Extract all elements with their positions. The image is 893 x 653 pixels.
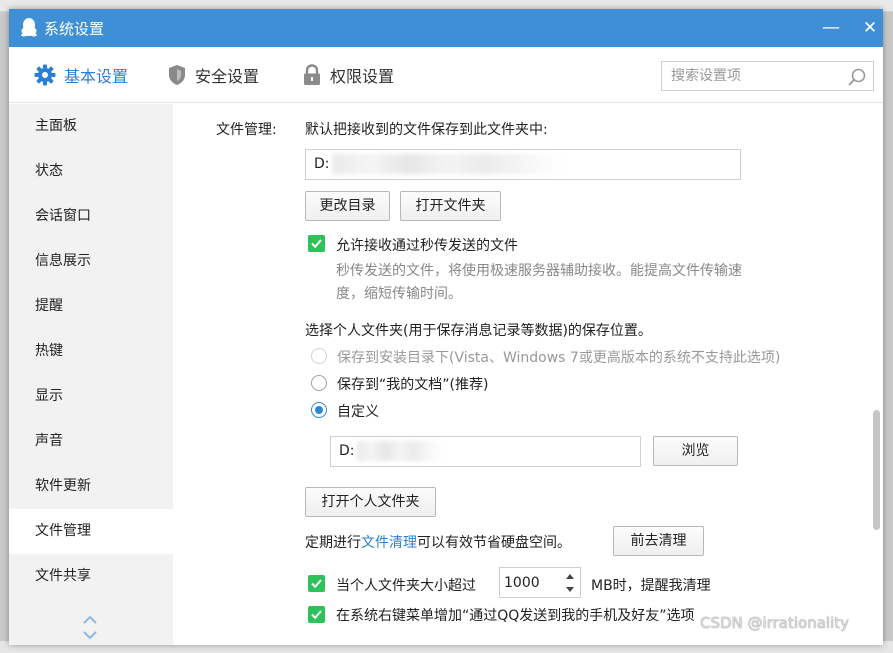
tab-basic-settings[interactable]: 基本设置 [34,62,128,88]
radio-install-dir-label: 保存到安装目录下(Vista、Windows 7或更高版本的系统不支持此选项) [337,350,781,366]
size-limit-label-after: MB时，提醒我清理 [591,578,711,594]
size-limit-label-before: 当个人文件夹大小超过 [336,578,476,594]
cleanup-text-before: 定期进行 [305,535,361,551]
search-input[interactable] [662,62,842,90]
custom-path-field[interactable]: D: [330,436,641,467]
sidebar-item-info-display[interactable]: 信息展示 [9,239,173,284]
shield-icon [169,65,185,85]
sidebar-item-software-update[interactable]: 软件更新 [9,464,173,509]
context-menu-label: 在系统右键菜单增加“通过QQ发送到我的手机及好友”选项 [336,608,695,624]
radio-my-documents[interactable] [311,375,327,391]
content-scrollbar-thumb[interactable] [873,410,880,530]
redacted-path [356,441,442,461]
change-directory-button[interactable]: 更改目录 [305,191,390,221]
go-cleanup-button[interactable]: 前去清理 [613,526,704,556]
file-cleanup-link[interactable]: 文件清理 [361,535,417,551]
default-folder-value: D: [314,156,330,172]
context-menu-checkbox[interactable] [308,606,325,623]
sidebar-scroll-down-icon[interactable] [79,628,101,642]
radio-my-documents-label: 保存到“我的文档”(推荐) [337,377,489,393]
search-box [661,61,874,91]
default-folder-label: 默认把接收到的文件保存到此文件夹中: [305,122,548,138]
minimize-button[interactable]: — [818,15,844,41]
instant-transfer-desc-line1: 秒传发送的文件，将使用极速服务器辅助接收。能提高文件传输速 [336,263,742,279]
allow-instant-transfer-checkbox[interactable] [308,235,325,252]
instant-transfer-desc-line2: 度，缩短传输时间。 [336,286,462,302]
check-icon [311,610,322,620]
size-limit-input[interactable] [500,568,560,597]
check-icon [311,579,322,589]
sidebar-item-reminder[interactable]: 提醒 [9,284,173,329]
check-icon [311,239,322,249]
watermark: CSDN @irrationality [700,614,849,632]
sidebar-scroll-up-icon[interactable] [79,613,101,627]
gear-icon [34,64,56,86]
size-limit-checkbox[interactable] [308,575,325,592]
sidebar-item-file-management[interactable]: 文件管理 [9,509,173,554]
lock-icon [304,64,320,85]
tab-security-settings[interactable]: 安全设置 [167,62,259,88]
settings-window: 系统设置 — ✕ 基本设置 安全设置 权限设置 搜索设置项 主面板 状态 会话窗… [9,9,883,645]
sidebar-item-display[interactable]: 显示 [9,374,173,419]
custom-path-value: D: [339,443,355,459]
radio-custom[interactable] [311,402,327,418]
tab-security-settings-label: 安全设置 [195,67,260,86]
file-management-panel: 文件管理: 默认把接收到的文件保存到此文件夹中: D: 更改目录 打开文件夹 允… [173,104,883,645]
open-folder-button[interactable]: 打开文件夹 [400,191,501,221]
allow-instant-transfer-label: 允许接收通过秒传发送的文件 [336,238,518,254]
size-limit-stepper [499,567,581,598]
search-icon[interactable] [847,67,867,87]
window-title: 系统设置 [44,20,105,38]
sidebar-item-chat-window[interactable]: 会话窗口 [9,194,173,239]
cleanup-text: 定期进行文件清理可以有效节省硬盘空间。 [305,532,571,552]
sidebar-item-hotkeys[interactable]: 热键 [9,329,173,374]
radio-custom-label: 自定义 [337,404,379,420]
penguin-logo-icon [21,18,37,37]
stepper-down-icon[interactable] [560,583,580,597]
sidebar-item-file-sharing[interactable]: 文件共享 [9,554,173,599]
sidebar: 主面板 状态 会话窗口 信息展示 提醒 热键 显示 声音 软件更新 文件管理 文… [9,104,173,645]
open-personal-folder-button[interactable]: 打开个人文件夹 [305,487,436,517]
settings-toolbar: 基本设置 安全设置 权限设置 [9,47,883,103]
browse-button[interactable]: 浏览 [653,436,738,466]
stepper-up-icon[interactable] [560,569,580,583]
sidebar-item-status[interactable]: 状态 [9,149,173,194]
sidebar-item-main-panel[interactable]: 主面板 [9,104,173,149]
radio-install-dir[interactable] [311,348,327,364]
tab-basic-settings-label: 基本设置 [64,67,129,86]
cleanup-text-after: 可以有效节省硬盘空间。 [417,535,571,551]
redacted-path [331,154,562,174]
personal-folder-label: 选择个人文件夹(用于保存消息记录等数据)的保存位置。 [305,323,652,339]
close-button[interactable]: ✕ [857,15,883,41]
sidebar-item-sound[interactable]: 声音 [9,419,173,464]
tab-permission-settings[interactable]: 权限设置 [302,62,394,88]
section-label: 文件管理: [216,122,277,138]
title-bar[interactable]: 系统设置 — ✕ [9,9,883,47]
tab-permission-settings-label: 权限设置 [330,67,395,86]
default-folder-field[interactable]: D: [305,149,741,180]
